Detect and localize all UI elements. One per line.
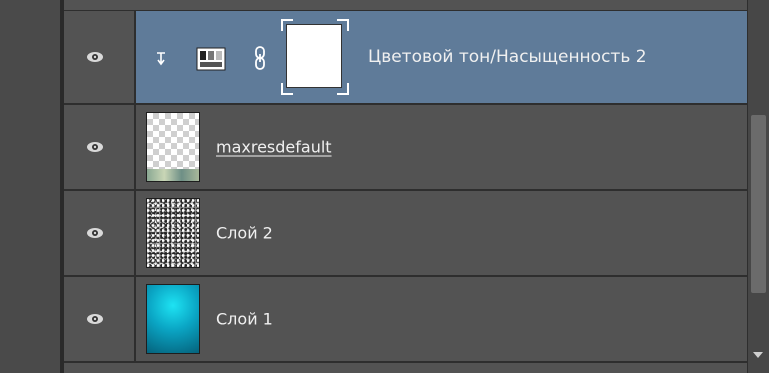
layers-list: Цветовой тон/Насыщенность 2 maxresdefaul… [64,11,747,363]
mask-selection-corner [281,83,293,95]
visibility-toggle[interactable] [64,11,136,103]
eye-icon[interactable] [86,51,104,63]
mask-selection-corner [337,83,349,95]
visibility-toggle[interactable] [64,191,136,275]
left-panel-strip [0,0,60,373]
layers-panel-top [64,0,747,11]
hue-saturation-adjustment-icon[interactable] [196,47,226,71]
eye-icon[interactable] [86,313,104,325]
scrollbar-thumb[interactable] [751,115,766,293]
layer-thumbnail[interactable] [146,198,200,268]
layer-name[interactable]: Слой 2 [216,224,273,243]
chain-link-icon[interactable] [253,45,267,71]
clipping-arrow-icon [157,52,165,66]
image-preview-strip [147,169,199,181]
layers-scrollbar[interactable] [747,0,769,373]
layer-thumbnail[interactable] [146,112,200,182]
layer-row-maxresdefault[interactable]: maxresdefault [64,105,747,191]
layer-mask-thumbnail[interactable] [286,24,342,88]
visibility-toggle[interactable] [64,277,136,361]
layer-name[interactable]: Цветовой тон/Насыщенность 2 [368,47,647,67]
layer-content[interactable]: Слой 2 [136,191,747,275]
layer-thumbnail[interactable] [146,284,200,354]
layer-content[interactable]: Слой 1 [136,277,747,361]
eye-icon[interactable] [86,227,104,239]
scroll-down-arrow-icon[interactable] [753,352,763,358]
eye-icon[interactable] [86,141,104,153]
visibility-toggle[interactable] [64,105,136,189]
layer-name[interactable]: maxresdefault [216,138,332,157]
layer-row-layer-1[interactable]: Слой 1 [64,277,747,363]
layer-name[interactable]: Слой 1 [216,310,273,329]
mask-selection-corner [337,19,349,31]
layer-content[interactable]: maxresdefault [136,105,747,189]
layer-row-hue-saturation[interactable]: Цветовой тон/Насыщенность 2 [64,11,747,105]
layer-row-layer-2[interactable]: Слой 2 [64,191,747,277]
mask-selection-corner [281,19,293,31]
layer-content[interactable]: Цветовой тон/Насыщенность 2 [136,11,747,103]
